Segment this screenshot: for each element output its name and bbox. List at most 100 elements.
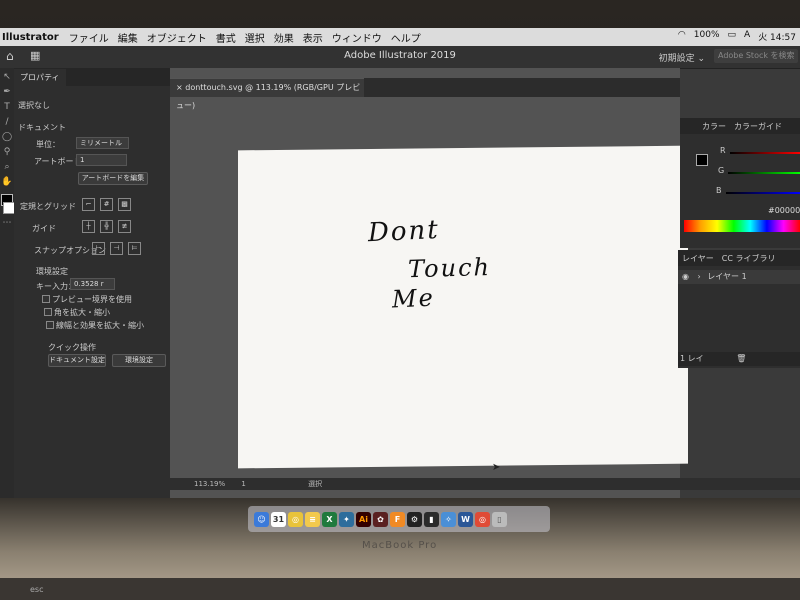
grid-icon[interactable]: # [100, 198, 113, 211]
visibility-eye-icon[interactable]: ◉ [682, 272, 689, 281]
document-tab[interactable]: × donttouch.svg @ 113.19% (RGB/GPU プレビュー… [170, 78, 364, 110]
menu-help[interactable]: ヘルプ [391, 30, 421, 45]
lock-guides-icon[interactable]: ╬ [100, 220, 113, 233]
scale-strokes-checkbox[interactable] [46, 321, 54, 329]
more-tools-icon[interactable]: ⋯ [1, 217, 13, 229]
artwork-text-touch[interactable]: Touch [408, 253, 491, 283]
pen-tool-icon[interactable]: ✒ [1, 86, 13, 98]
status-mode: 選択 [308, 480, 323, 488]
wifi-icon[interactable]: ◠ [678, 30, 686, 43]
menu-edit[interactable]: 編集 [118, 30, 138, 45]
type-tool-icon[interactable]: T [1, 101, 13, 113]
chrome-alt-icon[interactable]: ◎ [475, 511, 490, 527]
preview-bounds-checkbox[interactable] [42, 295, 50, 303]
artboard-navigator[interactable]: 1 [241, 480, 245, 488]
finder-icon[interactable]: ☺ [254, 511, 269, 527]
tab-layers[interactable]: レイヤー [682, 253, 714, 264]
properties-tabs: プロパティ [14, 68, 170, 86]
shape-tool-icon[interactable]: ◯ [1, 131, 13, 143]
menu-view[interactable]: 表示 [303, 30, 323, 45]
menubar-app-name[interactable]: Illustrator [2, 32, 59, 43]
chrome-icon[interactable]: ◎ [288, 511, 303, 527]
terminal-icon[interactable]: ▮ [424, 511, 439, 527]
preview-icon[interactable]: ✦ [339, 511, 354, 527]
menubar-status-area: ◠ 100% ▭ A 火 14:57 [678, 30, 796, 43]
artboard-select[interactable]: 1 [76, 154, 127, 166]
font-book-icon[interactable]: F [390, 511, 405, 527]
close-tab-icon[interactable]: × [176, 83, 185, 92]
workspace-switcher[interactable]: 初期設定 ⌄ [659, 51, 705, 64]
tools-panel: ↖ ✒ T / ◯ ⚲ ⌕ ✋ ⋯ [0, 68, 15, 498]
layers-panel-tabs: レイヤー CC ライブラリ [678, 250, 800, 266]
system-preferences-icon[interactable]: ⚙ [407, 511, 422, 527]
artwork-text-me[interactable]: Me [392, 284, 436, 314]
brush-tool-icon[interactable]: / [1, 116, 13, 128]
excel-icon[interactable]: X [322, 511, 337, 527]
tab-properties[interactable]: プロパティ [14, 68, 66, 86]
photos-icon[interactable]: ✿ [373, 511, 388, 527]
snap-point-icon[interactable]: ⊢ [92, 242, 105, 255]
hand-tool-icon[interactable]: ✋ [1, 176, 13, 188]
trash-icon[interactable]: ▯ [492, 511, 507, 527]
artwork-text-dont[interactable]: Dont [367, 215, 440, 248]
battery-percent[interactable]: 100% [694, 30, 720, 43]
stock-search-input[interactable]: Adobe Stock を検索 [714, 49, 798, 63]
edit-artboard-button[interactable]: アートボードを編集 [78, 172, 148, 185]
safari-icon[interactable]: ✧ [441, 511, 456, 527]
hex-value[interactable]: #000000 [768, 206, 800, 215]
menubar-clock[interactable]: 火 14:57 [758, 30, 796, 43]
color-r-label: R [720, 146, 726, 155]
laptop-keyboard [0, 578, 800, 600]
color-fill-swatch[interactable] [696, 154, 708, 166]
menu-file[interactable]: ファイル [69, 30, 109, 45]
menu-object[interactable]: オブジェクト [147, 30, 207, 45]
eyedropper-tool-icon[interactable]: ⚲ [1, 146, 13, 158]
layer-row[interactable]: ◉ › レイヤー 1 [678, 270, 800, 284]
quick-actions-heading: クイック操作 [48, 343, 96, 352]
tab-cc-libraries[interactable]: CC ライブラリ [722, 253, 776, 264]
scale-strokes-label: 線幅と効果を拡大・縮小 [56, 321, 144, 330]
unit-select[interactable]: ミリメートル [76, 137, 129, 149]
mac-dock: ☺ 31 ◎ ≡ X ✦ Ai ✿ F ⚙ ▮ ✧ W ◎ ▯ [248, 506, 550, 532]
zoom-level[interactable]: 113.19% [194, 480, 225, 488]
illustrator-icon[interactable]: Ai [356, 511, 371, 527]
artboard[interactable]: Dont Touch Me [238, 145, 688, 469]
snap-pixel-icon[interactable]: ⊨ [128, 242, 141, 255]
menu-window[interactable]: ウィンドウ [332, 30, 382, 45]
menu-type[interactable]: 書式 [216, 30, 236, 45]
layers-panel: レイヤー CC ライブラリ ◉ › レイヤー 1 1 レイ 🗑 [678, 250, 800, 368]
ruler-icon[interactable]: ⌐ [82, 198, 95, 211]
menu-select[interactable]: 選択 [245, 30, 265, 45]
zoom-tool-icon[interactable]: ⌕ [1, 161, 13, 173]
scale-corners-checkbox[interactable] [44, 308, 52, 316]
selection-tool-icon[interactable]: ↖ [1, 71, 13, 83]
photo-background: Illustrator ファイル 編集 オブジェクト 書式 選択 効果 表示 ウ… [0, 0, 800, 600]
preferences-button[interactable]: 環境設定 [112, 354, 166, 367]
r-slider[interactable] [730, 152, 800, 154]
scale-corners-label: 角を拡大・縮小 [54, 308, 110, 317]
g-slider[interactable] [728, 172, 800, 174]
color-spectrum[interactable] [684, 220, 800, 232]
preferences-heading: 環境設定 [36, 267, 68, 276]
color-panel: カラー カラーガイド R G B #000000 [680, 118, 800, 248]
word-icon[interactable]: W [458, 511, 473, 527]
tab-color-guide[interactable]: カラーガイド [734, 121, 782, 132]
expand-chevron-icon[interactable]: › [698, 272, 701, 281]
smart-guides-icon[interactable]: ≢ [118, 220, 131, 233]
b-slider[interactable] [726, 192, 800, 194]
key-increment-input[interactable]: 0.3528 r [70, 278, 115, 290]
menu-effect[interactable]: 効果 [274, 30, 294, 45]
input-method-icon[interactable]: A [744, 30, 750, 43]
notes-icon[interactable]: ≡ [305, 511, 320, 527]
battery-icon[interactable]: ▭ [728, 30, 737, 43]
snap-grid-icon[interactable]: ⊣ [110, 242, 123, 255]
transparency-grid-icon[interactable]: ▩ [118, 198, 131, 211]
color-panel-tabs: カラー カラーガイド [680, 118, 800, 134]
document-heading: ドキュメント [18, 123, 66, 132]
show-guides-icon[interactable]: ┼ [82, 220, 95, 233]
document-setup-button[interactable]: ドキュメント設定 [48, 354, 106, 367]
layer-name[interactable]: レイヤー 1 [707, 272, 746, 281]
tab-color[interactable]: カラー [702, 121, 726, 132]
calendar-icon[interactable]: 31 [271, 511, 286, 527]
delete-layer-icon[interactable]: 🗑 [736, 354, 746, 363]
